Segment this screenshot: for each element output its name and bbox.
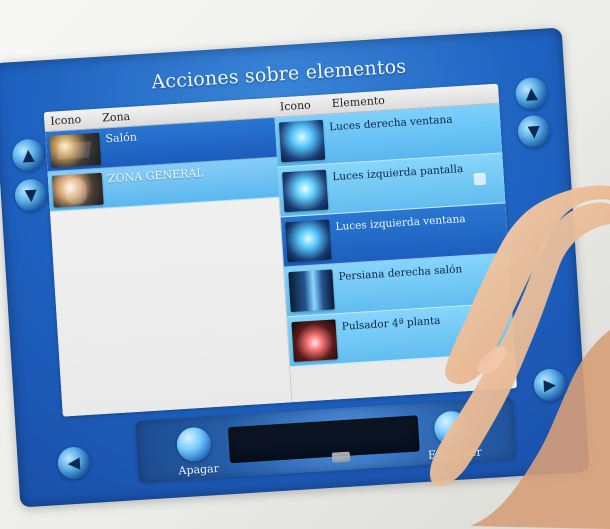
triangle-right-icon: ▶	[543, 374, 557, 395]
element-label: Luces izquierda pantalla	[332, 163, 464, 184]
light-icon	[282, 169, 329, 213]
light-icon	[285, 219, 332, 263]
zone-label: Salón	[105, 130, 138, 146]
light-icon	[278, 119, 326, 163]
left-nav-up-button[interactable]: ▲	[11, 138, 46, 173]
triangle-left-icon: ◀	[67, 452, 81, 473]
on-label: Encender	[427, 445, 483, 462]
element-label: Luces izquierda ventana	[335, 212, 466, 234]
touch-screen: Acciones sobre elementos ▲ ▼ ◀ ▲ ▼ ▶ Ico…	[0, 27, 590, 508]
bottom-controls: Apagar Encender	[135, 397, 517, 483]
power-off-icon[interactable]	[175, 426, 212, 463]
right-nav-up-button[interactable]: ▲	[514, 76, 549, 111]
status-indicator	[473, 172, 487, 186]
element-label: Pulsador 4ª planta	[341, 314, 441, 333]
preview-window	[227, 415, 420, 464]
left-nav-down-button[interactable]: ▼	[13, 178, 48, 213]
elements-name-header-text: Elemento	[331, 93, 386, 111]
off-label: Apagar	[178, 461, 220, 478]
triangle-down-icon: ▼	[527, 121, 541, 141]
pushbutton-icon	[291, 319, 338, 363]
zones-name-header-text: Zona	[101, 109, 131, 125]
zone-label: ZONA GENERAL	[107, 166, 205, 186]
right-bottom-nav-button[interactable]: ▶	[532, 368, 567, 402]
elements-icon-header-text: Icono	[279, 98, 312, 114]
main-panel: Icono Zona Icono Elemento Salón ZONA GEN…	[43, 83, 518, 417]
left-bottom-nav-button[interactable]: ◀	[56, 446, 91, 480]
elements-list[interactable]: Luces derecha ventana Luces izquierda pa…	[274, 103, 518, 403]
zones-list[interactable]: Salón ZONA GENERAL	[45, 117, 293, 417]
triangle-down-icon: ▼	[24, 184, 38, 205]
zone-thumbnail	[51, 172, 104, 208]
zones-icon-header-text: Icono	[49, 112, 82, 128]
element-label: Persiana derecha salón	[338, 263, 463, 284]
blind-icon	[288, 269, 335, 313]
triangle-up-icon: ▲	[21, 144, 36, 165]
element-label: Luces derecha ventana	[328, 113, 453, 134]
power-on-icon[interactable]	[433, 410, 470, 447]
zone-thumbnail	[49, 132, 102, 168]
photo-scene: Acciones sobre elementos ▲ ▼ ◀ ▲ ▼ ▶ Ico…	[0, 0, 610, 529]
right-nav-down-button[interactable]: ▼	[516, 114, 551, 149]
mini-indicator	[331, 451, 351, 463]
triangle-up-icon: ▲	[524, 83, 539, 103]
